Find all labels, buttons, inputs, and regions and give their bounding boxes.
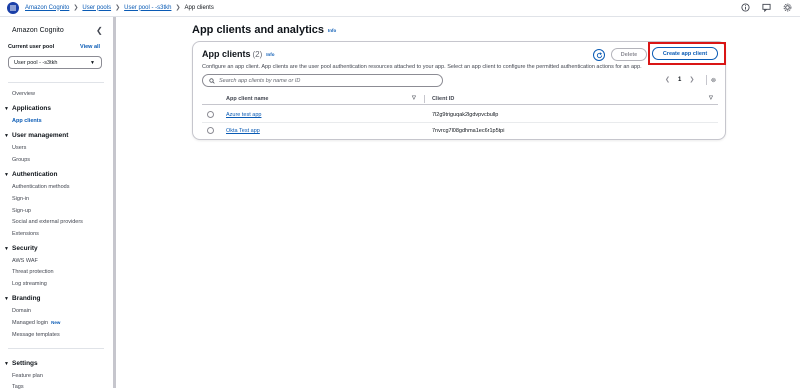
sidebar-section-branding[interactable]: ▼ Branding bbox=[4, 295, 41, 302]
section-heading: Applications bbox=[12, 105, 52, 112]
breadcrumb-user-pool[interactable]: User pool - -s3tkh bbox=[124, 5, 171, 11]
breadcrumb-current: App clients bbox=[184, 4, 214, 11]
refresh-icon bbox=[596, 51, 602, 58]
chevron-right-icon: ❯ bbox=[115, 5, 121, 11]
sort-caret-icon[interactable]: ▽ bbox=[412, 95, 416, 101]
previous-page-icon[interactable]: ❮ bbox=[665, 76, 670, 83]
sidebar-item-overview[interactable]: Overview bbox=[12, 91, 35, 97]
info-link[interactable]: Info bbox=[328, 28, 336, 33]
sidebar-section-user-management[interactable]: ▼ User management bbox=[4, 132, 68, 139]
sidebar-item-users[interactable]: Users bbox=[12, 145, 26, 151]
page-number[interactable]: 1 bbox=[678, 77, 681, 83]
row-radio[interactable] bbox=[207, 111, 214, 118]
view-all-link[interactable]: View all bbox=[80, 44, 100, 50]
sidebar-section-authentication[interactable]: ▼ Authentication bbox=[4, 171, 58, 178]
page-title: App clients and analytics Info bbox=[192, 24, 336, 36]
section-heading: User management bbox=[12, 132, 69, 139]
breadcrumb-amazon-cognito[interactable]: Amazon Cognito bbox=[25, 5, 69, 11]
sidebar-item-log-streaming[interactable]: Log streaming bbox=[12, 281, 47, 287]
sidebar-item-groups[interactable]: Groups bbox=[12, 157, 30, 163]
caret-down-icon: ▼ bbox=[4, 171, 9, 178]
managed-login-label: Managed login bbox=[12, 320, 49, 326]
caret-down-icon: ▼ bbox=[4, 360, 9, 367]
top-navigation-bar: Amazon Cognito ❯ User pools ❯ User pool … bbox=[0, 0, 800, 17]
sidebar-item-extensions[interactable]: Extensions bbox=[12, 231, 39, 237]
sidebar-title: Amazon Cognito bbox=[12, 27, 64, 34]
sidebar-item-threat-protection[interactable]: Threat protection bbox=[12, 269, 54, 275]
section-heading: Authentication bbox=[12, 171, 58, 178]
sidebar-divider bbox=[8, 82, 104, 83]
sidebar-divider bbox=[8, 348, 104, 349]
table-header: App client name ▽ Client ID ▽ bbox=[202, 93, 718, 105]
caret-down-icon: ▼ bbox=[4, 295, 9, 302]
sort-caret-icon[interactable]: ▽ bbox=[709, 95, 713, 101]
table-row: Azure test app 7l2g9triguqak2lgdvpvcbull… bbox=[202, 107, 718, 123]
section-heading: Security bbox=[12, 245, 38, 252]
search-input[interactable] bbox=[219, 77, 439, 84]
refresh-button[interactable] bbox=[593, 49, 605, 61]
card-description: Configure an app client. App clients are… bbox=[202, 64, 642, 70]
column-header-app-client-name[interactable]: App client name bbox=[226, 96, 268, 102]
sidebar-item-domain[interactable]: Domain bbox=[12, 308, 31, 314]
card-title: App clients (2) Info bbox=[202, 49, 275, 59]
sidebar-item-sign-in[interactable]: Sign-in bbox=[12, 196, 29, 202]
chevron-right-icon: ❯ bbox=[73, 5, 79, 11]
next-page-icon[interactable]: ❯ bbox=[689, 76, 694, 83]
sidebar-scrollbar[interactable] bbox=[113, 17, 116, 388]
caret-down-icon: ▼ bbox=[90, 60, 95, 66]
sidebar-section-settings[interactable]: ▼ Settings bbox=[4, 360, 38, 367]
search-icon bbox=[209, 77, 215, 84]
sidebar-item-sign-up[interactable]: Sign-up bbox=[12, 208, 31, 214]
chevron-right-icon: ❯ bbox=[175, 5, 181, 11]
new-badge: New bbox=[51, 320, 61, 325]
card-title-text: App clients bbox=[202, 49, 251, 59]
user-pool-select[interactable]: User pool - -s3tkh ▼ bbox=[8, 56, 102, 69]
sidebar-item-social-providers[interactable]: Social and external providers bbox=[12, 219, 83, 225]
close-sidebar-icon[interactable]: ❮ bbox=[96, 26, 103, 35]
app-client-name-link[interactable]: Azure test app bbox=[226, 112, 261, 118]
client-id: 7l2g9triguqak2lgdvpvcbullp bbox=[432, 112, 499, 118]
menu-icon[interactable] bbox=[7, 2, 19, 14]
search-field[interactable] bbox=[202, 74, 443, 87]
sidebar-item-managed-login[interactable]: Managed login New bbox=[12, 320, 60, 326]
app-clients-container: App clients (2) Info Configure an app clie… bbox=[192, 41, 726, 140]
sidebar-item-app-clients[interactable]: App clients bbox=[12, 118, 42, 124]
user-pool-select-value: User pool - -s3tkh bbox=[14, 60, 58, 66]
top-right-icons bbox=[741, 3, 792, 12]
breadcrumb-user-pools[interactable]: User pools bbox=[82, 5, 111, 11]
delete-button[interactable]: Delete bbox=[611, 48, 647, 61]
page-title-text: App clients and analytics bbox=[192, 24, 325, 36]
item-count: (2) bbox=[252, 50, 263, 59]
table-row: Okta Test app 7nvrcg7l08gdhma1ec6r1p5tpi bbox=[202, 123, 718, 139]
sidebar-section-security[interactable]: ▼ Security bbox=[4, 245, 38, 252]
caret-down-icon: ▼ bbox=[4, 132, 9, 139]
sidebar-item-authentication-methods[interactable]: Authentication methods bbox=[12, 184, 69, 190]
row-radio[interactable] bbox=[207, 127, 214, 134]
sidebar-item-tags[interactable]: Tags bbox=[12, 384, 24, 390]
create-app-client-button[interactable]: Create app client bbox=[652, 47, 718, 60]
current-user-pool-label: Current user pool bbox=[8, 44, 55, 50]
info-link[interactable]: Info bbox=[266, 52, 274, 57]
gear-icon bbox=[711, 77, 716, 83]
caret-down-icon: ▼ bbox=[4, 105, 9, 112]
sidebar-section-applications[interactable]: ▼ Applications bbox=[4, 105, 51, 112]
client-id: 7nvrcg7l08gdhma1ec6r1p5tpi bbox=[432, 128, 505, 134]
sidebar-item-message-templates[interactable]: Message templates bbox=[12, 332, 60, 338]
section-heading: Branding bbox=[12, 295, 41, 302]
section-heading: Settings bbox=[12, 360, 38, 367]
column-header-client-id[interactable]: Client ID bbox=[432, 96, 454, 102]
settings-gear-icon[interactable] bbox=[783, 3, 792, 12]
sidebar-item-feature-plan[interactable]: Feature plan bbox=[12, 373, 43, 379]
caret-down-icon: ▼ bbox=[4, 245, 9, 252]
breadcrumb: Amazon Cognito ❯ User pools ❯ User pool … bbox=[25, 4, 214, 12]
info-circle-icon[interactable] bbox=[741, 3, 750, 12]
pagination: ❮ 1 ❯ bbox=[665, 76, 694, 84]
sidebar-item-aws-waf[interactable]: AWS WAF bbox=[12, 258, 38, 264]
column-divider bbox=[424, 95, 425, 103]
table-preferences-button[interactable] bbox=[706, 75, 716, 85]
app-client-name-link[interactable]: Okta Test app bbox=[226, 128, 260, 134]
feedback-icon[interactable] bbox=[762, 3, 771, 12]
